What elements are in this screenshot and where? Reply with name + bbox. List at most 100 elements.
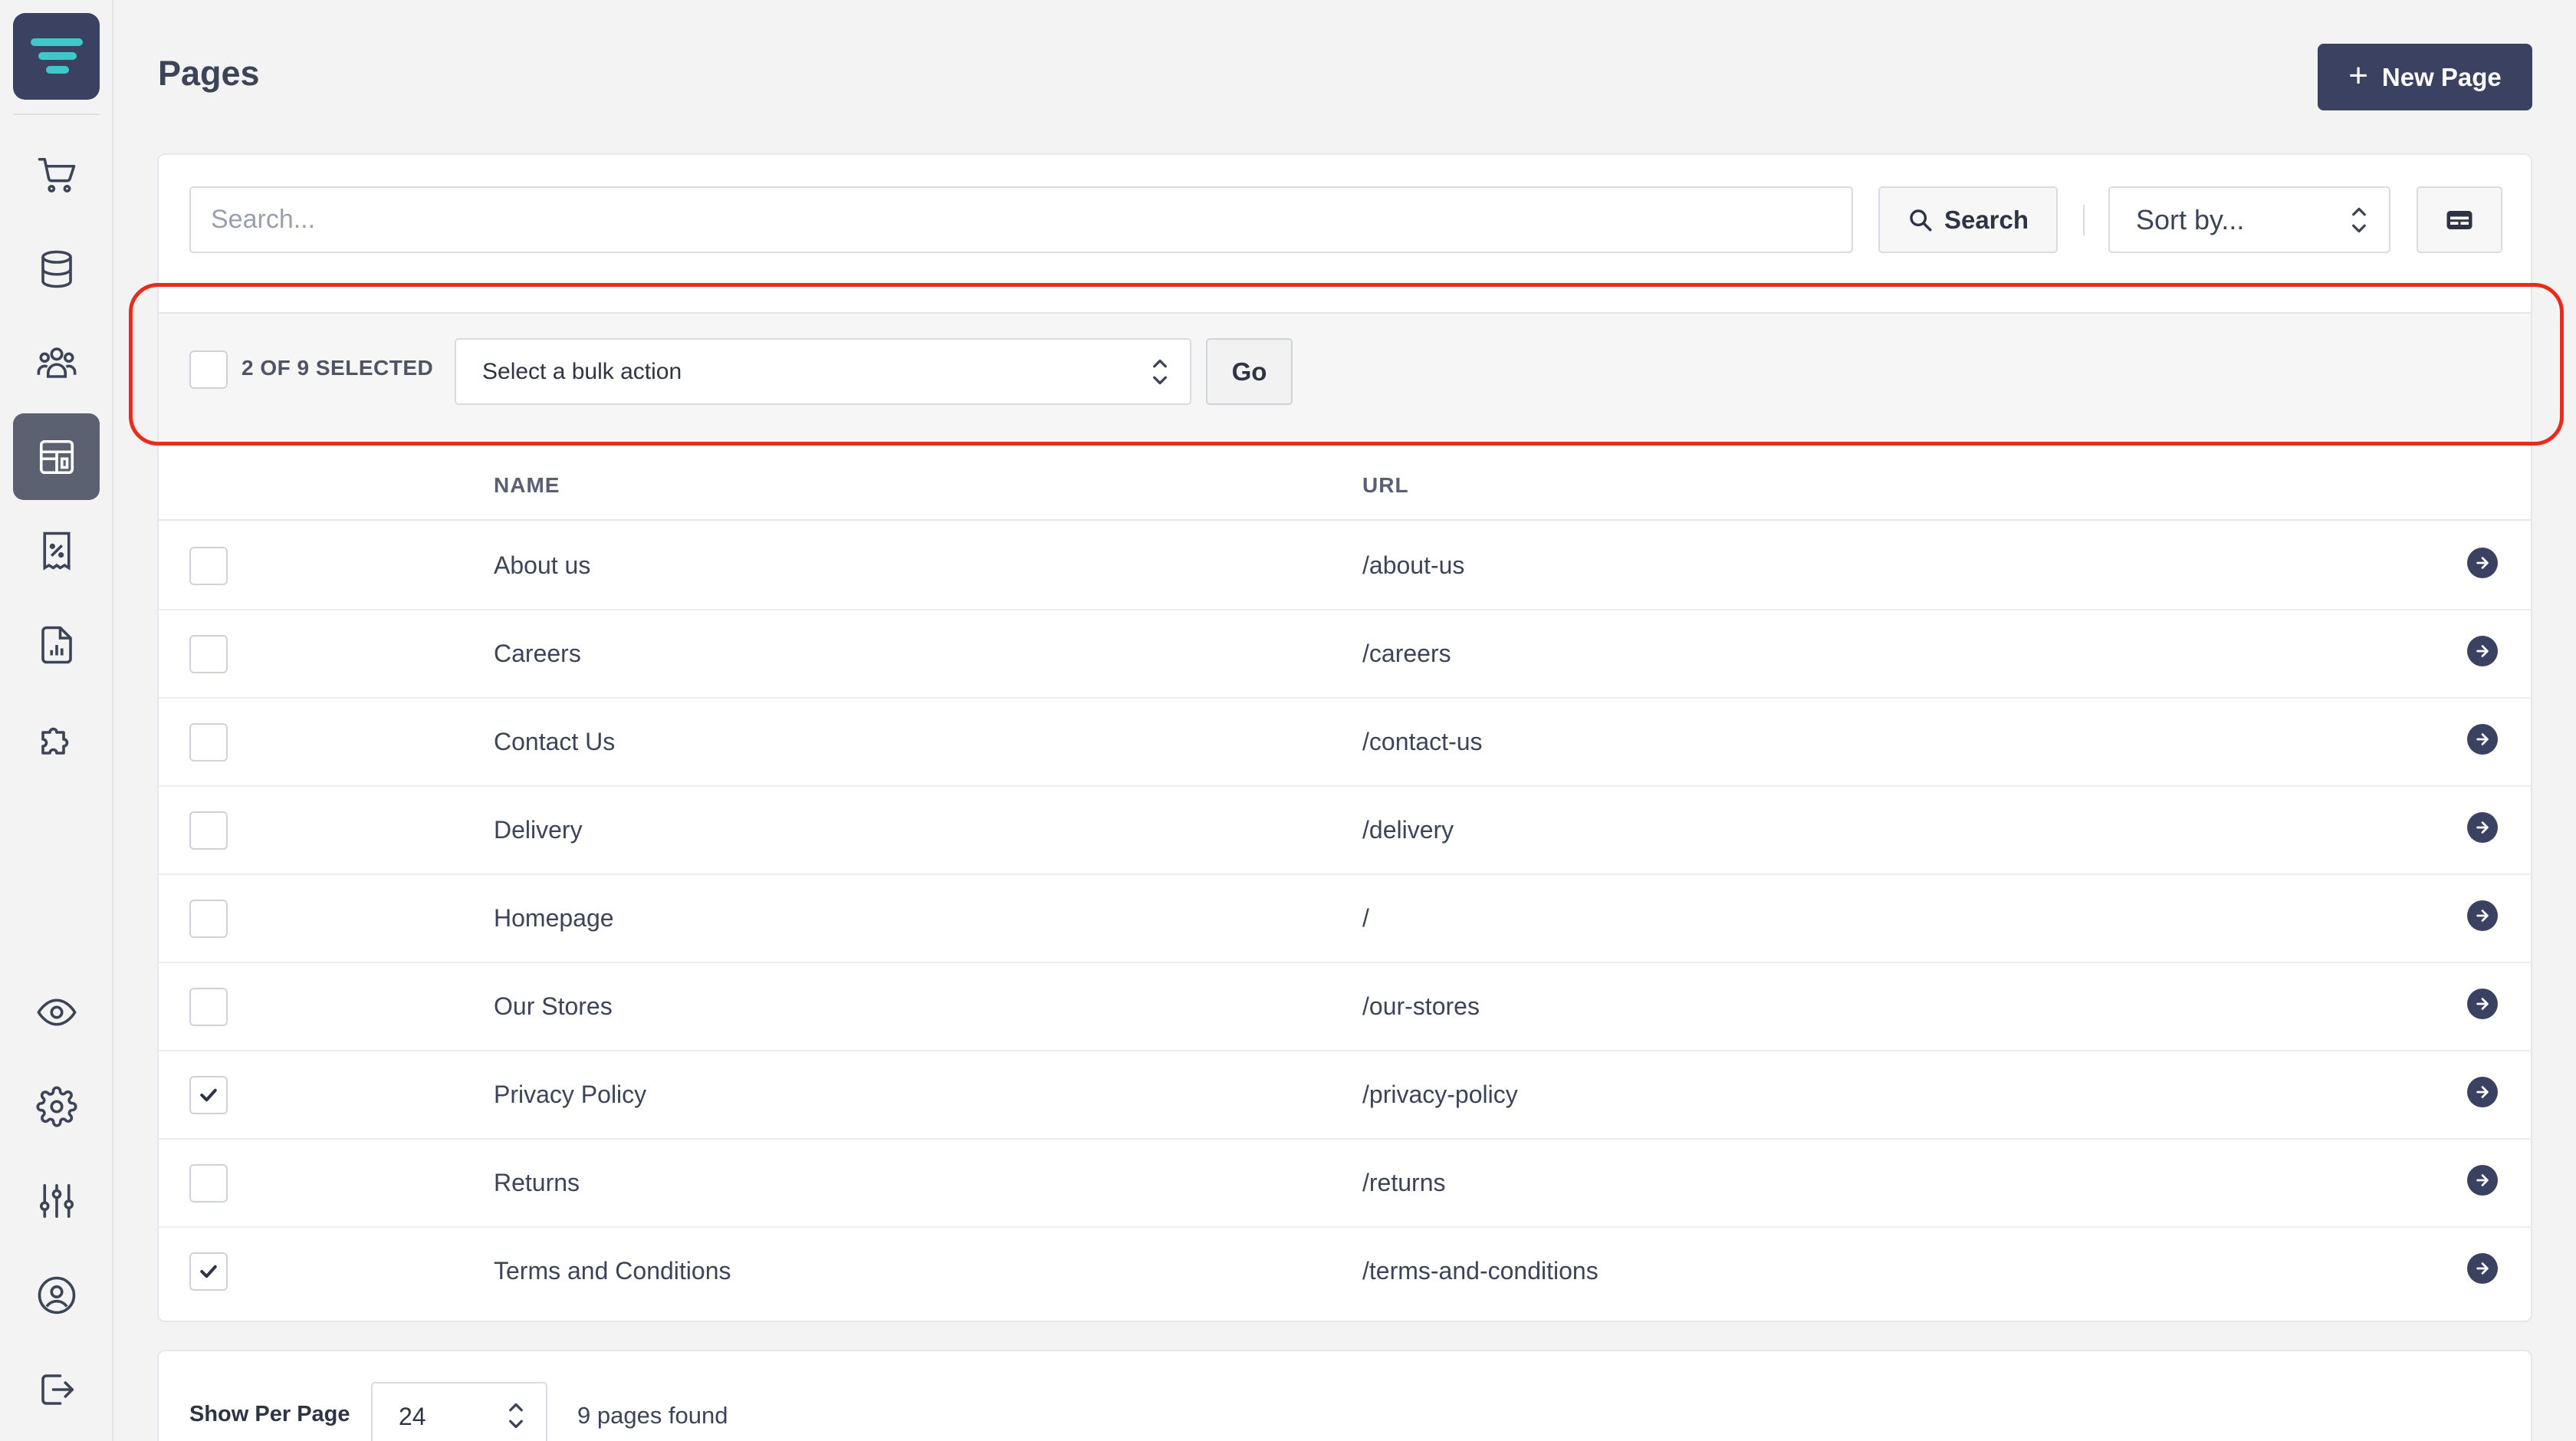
toolbar-divider [2083,205,2085,235]
pages-card: Search... Search Sort by... 2 OF 9 SELEC… [157,153,2532,1322]
page-url: /about-us [1362,551,1465,579]
table-row[interactable]: Contact Us /contact-us [159,699,2531,787]
sidebar-item-extensions[interactable] [13,696,100,782]
users-icon [37,347,76,378]
search-icon [1910,209,1932,231]
page-name: Our Stores [494,992,613,1020]
page-url: /contact-us [1362,728,1483,755]
row-checkbox[interactable] [189,900,228,938]
row-checkbox[interactable] [189,988,228,1026]
user-circle-icon [38,1276,75,1314]
row-checkbox-checked[interactable] [189,1076,228,1114]
table-header: NAME URL [159,444,2531,521]
table-row[interactable]: Returns /returns [159,1140,2531,1228]
cart-icon [38,157,75,192]
go-button[interactable]: Go [1206,338,1293,405]
results-count: 9 pages found [577,1402,728,1429]
sidebar-item-orders[interactable] [13,131,100,218]
arrow-right-circle-icon[interactable] [2467,989,2498,1019]
selection-count: 2 OF 9 SELECTED [242,356,434,380]
bulk-action-select[interactable]: Select a bulk action [455,338,1191,405]
table-row[interactable]: Delivery /delivery [159,787,2531,875]
sidebar-item-preferences[interactable] [13,1157,100,1244]
page-name: About us [494,551,591,579]
table-row[interactable]: Terms and Conditions /terms-and-conditio… [159,1228,2531,1316]
sidebar-item-products[interactable] [13,225,100,312]
receipt-percent-icon [42,531,71,571]
bulk-action-bar: 2 OF 9 SELECTED Select a bulk action Go [159,312,2531,444]
table-row[interactable]: Our Stores /our-stores [159,963,2531,1051]
table-row[interactable]: Homepage / [159,875,2531,963]
page-url: /returns [1362,1169,1446,1196]
sidebar-item-logout[interactable] [13,1346,100,1433]
per-page-label: Show Per Page [189,1402,350,1426]
logo-icon [30,38,83,74]
page-name: Delivery [494,816,583,844]
search-input[interactable]: Search... [189,186,1853,253]
sort-select[interactable]: Sort by... [2108,186,2390,253]
sidebar-item-discounts[interactable] [13,507,100,594]
check-icon [200,1265,217,1278]
arrow-right-circle-icon[interactable] [2467,548,2498,578]
new-page-label: New Page [2381,62,2502,91]
gear-icon [35,1085,77,1127]
arrow-right-circle-icon[interactable] [2467,1077,2498,1107]
report-icon [41,626,72,663]
page-name: Contact Us [494,728,616,755]
app-logo[interactable] [13,13,100,100]
view-toggle-button[interactable] [2417,186,2502,253]
arrow-right-circle-icon[interactable] [2467,636,2498,666]
page-name: Terms and Conditions [494,1257,731,1285]
arrow-right-circle-icon[interactable] [2467,1165,2498,1196]
plus-icon: + [2348,56,2368,94]
sidebar-divider [13,114,100,115]
row-checkbox-checked[interactable] [189,1252,228,1291]
chevron-up-down-icon [509,1403,523,1429]
page-url: /privacy-policy [1362,1081,1518,1108]
eye-icon [36,998,77,1026]
bulk-action-value: Select a bulk action [482,358,682,384]
logout-icon [41,1374,74,1405]
page-name: Careers [494,640,581,667]
table-view-icon [2446,210,2472,229]
sidebar [0,0,113,1441]
sliders-icon [39,1183,74,1218]
row-checkbox[interactable] [189,1164,228,1202]
per-page-value: 24 [399,1402,426,1430]
table-row[interactable]: About us /about-us [159,522,2531,610]
per-page-select[interactable]: 24 [371,1382,547,1441]
row-checkbox[interactable] [189,723,228,762]
arrow-right-circle-icon[interactable] [2467,1253,2498,1284]
chevron-up-down-icon [2352,207,2366,233]
arrow-right-circle-icon[interactable] [2467,724,2498,755]
select-all-checkbox[interactable] [189,350,228,389]
page-url: /careers [1362,640,1451,667]
page-title: Pages [158,54,260,93]
pagination-card: Show Per Page 24 9 pages found [157,1350,2532,1441]
row-checkbox[interactable] [189,811,228,850]
page-url: /delivery [1362,816,1454,844]
row-checkbox[interactable] [189,547,228,585]
database-icon [41,250,72,288]
sidebar-item-view-store[interactable] [13,969,100,1055]
page-url: /our-stores [1362,992,1480,1020]
row-checkbox[interactable] [189,635,228,673]
sidebar-item-pages[interactable] [13,413,100,500]
sidebar-item-customers[interactable] [13,319,100,406]
page-url: /terms-and-conditions [1362,1257,1598,1285]
sidebar-item-account[interactable] [13,1252,100,1338]
column-header-url[interactable]: URL [1362,473,1409,498]
page-name: Homepage [494,904,614,932]
new-page-button[interactable]: + New Page [2318,44,2532,110]
sidebar-item-reports[interactable] [13,601,100,688]
column-header-name[interactable]: NAME [494,473,560,498]
search-button[interactable]: Search [1878,186,2058,253]
table-row[interactable]: Careers /careers [159,610,2531,699]
arrow-right-circle-icon[interactable] [2467,900,2498,931]
chevron-up-down-icon [1153,359,1167,385]
table-row[interactable]: Privacy Policy /privacy-policy [159,1051,2531,1140]
arrow-right-circle-icon[interactable] [2467,812,2498,843]
sidebar-item-settings[interactable] [13,1063,100,1150]
page-url: / [1362,904,1369,932]
puzzle-icon [41,727,68,755]
